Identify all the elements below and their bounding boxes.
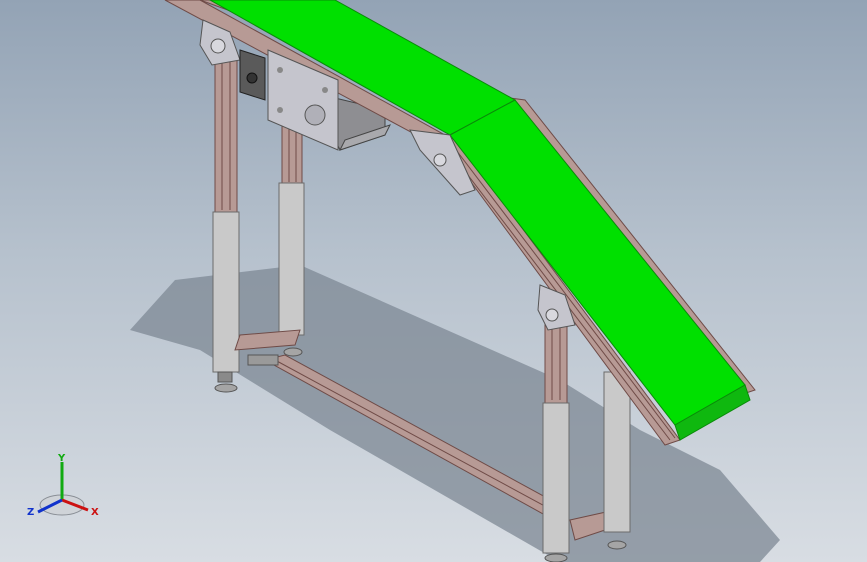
leg-rear-right[interactable] — [278, 119, 305, 357]
leg-rear-left[interactable] — [212, 54, 240, 393]
triad-x-label: X — [91, 507, 99, 518]
graphics-viewport[interactable]: Y X Z — [0, 0, 867, 562]
conveyor-3d-model[interactable]: Y X Z — [0, 0, 867, 562]
coordinate-triad: Y X Z — [27, 453, 99, 518]
triad-y-label: Y — [57, 453, 66, 464]
control-box[interactable] — [239, 49, 266, 101]
triad-z-label: Z — [27, 507, 34, 518]
leg-front-right[interactable] — [603, 371, 631, 550]
leg-front-left[interactable] — [542, 299, 570, 562]
